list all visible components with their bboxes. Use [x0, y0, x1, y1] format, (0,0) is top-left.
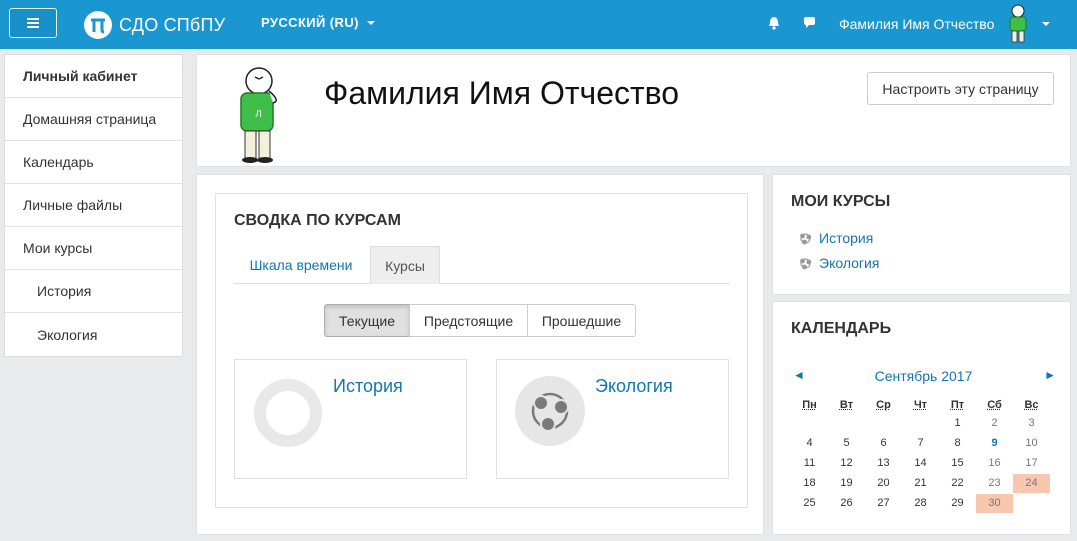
course-icon [800, 232, 812, 244]
calendar-day: 5 [843, 437, 850, 449]
calendar-next-icon[interactable]: ► [1044, 368, 1056, 382]
calendar-day: 16 [988, 457, 1001, 469]
nav-item-my-courses[interactable]: Мои курсы [5, 227, 182, 270]
course-filter-group: Текущие Предстоящие Прошедшие [324, 304, 636, 337]
calendar-weekday: Ср [876, 399, 891, 411]
calendar-day: 29 [951, 497, 964, 509]
site-logo[interactable]: СДО СПбПУ [84, 11, 225, 39]
calendar-day: 27 [877, 497, 890, 509]
calendar-month-link[interactable]: Сентябрь 2017 [791, 368, 1056, 384]
language-label: РУССКИЙ (RU) [261, 15, 359, 30]
calendar-day: 7 [917, 437, 924, 449]
svg-text:Л: Л [255, 110, 262, 120]
site-name: СДО СПбПУ [119, 14, 226, 35]
my-courses-item-history[interactable]: История [798, 230, 873, 246]
calendar-day: 6 [880, 437, 887, 449]
nav-item-home[interactable]: Домашняя страница [5, 98, 182, 141]
page-header: Л Фамилия Имя Отчество Настроить эту стр… [196, 54, 1071, 167]
logo-icon [84, 11, 112, 39]
my-courses-item-label: Экология [819, 255, 880, 271]
filter-future-button[interactable]: Предстоящие [409, 304, 528, 337]
course-overview-panel: СВОДКА ПО КУРСАМ Шкала времени Курсы Тек… [215, 193, 748, 508]
calendar-weekday: Сб [987, 399, 1002, 411]
language-menu[interactable]: РУССКИЙ (RU) [261, 15, 375, 30]
overview-tabs: Шкала времени Курсы [234, 246, 730, 284]
calendar-day: 20 [877, 477, 890, 489]
nav-item-dashboard[interactable]: Личный кабинет [5, 55, 182, 98]
calendar-day: 17 [1025, 457, 1038, 469]
nav-item-course-history[interactable]: История [5, 270, 182, 313]
my-courses-title: МОИ КУРСЫ [791, 193, 891, 210]
course-card: 0% История [234, 359, 467, 479]
calendar-day: 12 [840, 457, 853, 469]
calendar-day: 28 [914, 497, 927, 509]
chevron-down-icon [366, 20, 375, 25]
my-courses-item-label: История [819, 230, 874, 246]
calendar-header: Сентябрь 2017 ◄ ► [791, 368, 1056, 386]
course-icon [800, 257, 812, 269]
calendar-day: 4 [806, 437, 813, 449]
calendar-weekday: Вт [839, 399, 854, 411]
tab-courses[interactable]: Курсы [370, 246, 440, 284]
course-card: Экология [496, 359, 729, 479]
user-menu-chevron-icon[interactable] [1042, 22, 1050, 26]
calendar-day: 18 [803, 477, 816, 489]
course-default-icon [515, 376, 585, 446]
calendar-day: 26 [840, 497, 853, 509]
my-courses-block: МОИ КУРСЫ История Экология [772, 174, 1071, 295]
filter-past-button[interactable]: Прошедшие [527, 304, 636, 337]
user-menu-name[interactable]: Фамилия Имя Отчество [839, 16, 994, 32]
chat-icon[interactable] [803, 16, 816, 34]
nav-item-course-ecology[interactable]: Экология [5, 313, 182, 356]
course-overview-block: СВОДКА ПО КУРСАМ Шкала времени Курсы Тек… [196, 174, 764, 535]
calendar-day: 15 [951, 457, 964, 469]
progress-label: 0% [280, 408, 296, 420]
calendar-weekday: Пт [950, 399, 965, 411]
calendar-day[interactable]: 9 [976, 434, 1013, 453]
calendar-day: 11 [803, 457, 816, 469]
course-link-history[interactable]: История [333, 376, 403, 397]
calendar-weekday: Вс [1024, 399, 1039, 411]
course-link-ecology[interactable]: Экология [595, 376, 673, 397]
calendar-title: КАЛЕНДАРЬ [791, 320, 892, 337]
profile-avatar[interactable]: Л [233, 63, 283, 163]
calendar-day: 3 [1028, 417, 1035, 429]
user-avatar[interactable] [1004, 4, 1032, 44]
progress-donut: 0% [253, 378, 323, 448]
calendar-block: КАЛЕНДАРЬ Сентябрь 2017 ◄ ► Пн Вт Ср Чт Пт Сб… [772, 301, 1071, 535]
nav-item-private-files[interactable]: Личные файлы [5, 184, 182, 227]
left-navigation: Личный кабинет Домашняя страница Календа… [4, 54, 183, 357]
calendar-day: 13 [877, 457, 890, 469]
menu-icon [27, 18, 39, 20]
calendar-day: 10 [1025, 437, 1038, 449]
bell-icon[interactable] [768, 16, 780, 35]
calendar-day: 2 [991, 417, 998, 429]
calendar-day: 14 [914, 457, 927, 469]
course-overview-title: СВОДКА ПО КУРСАМ [234, 212, 401, 229]
calendar-day: 21 [914, 477, 927, 489]
top-navbar: СДО СПбПУ РУССКИЙ (RU) Фамилия Имя Отчес… [0, 0, 1077, 49]
my-courses-item-ecology[interactable]: Экология [798, 255, 879, 271]
calendar-day: 30 [976, 494, 1013, 513]
calendar-weekday: Пн [802, 399, 817, 411]
nav-item-calendar[interactable]: Календарь [5, 141, 182, 184]
calendar-day: 25 [803, 497, 816, 509]
menu-toggle-button[interactable] [9, 8, 57, 38]
calendar-prev-icon[interactable]: ◄ [793, 368, 805, 382]
calendar-day: 24 [1013, 474, 1050, 493]
calendar-day: 8 [954, 437, 961, 449]
tab-timeline[interactable]: Шкала времени [234, 246, 368, 284]
calendar-day: 19 [840, 477, 853, 489]
calendar-day: 1 [954, 417, 961, 429]
customise-page-button[interactable]: Настроить эту страницу [867, 72, 1054, 105]
calendar-weekday: Чт [913, 399, 928, 411]
filter-in-progress-button[interactable]: Текущие [324, 304, 410, 337]
page-title: Фамилия Имя Отчество [324, 75, 680, 111]
calendar-day: 23 [988, 477, 1001, 489]
calendar-day: 22 [951, 477, 964, 489]
